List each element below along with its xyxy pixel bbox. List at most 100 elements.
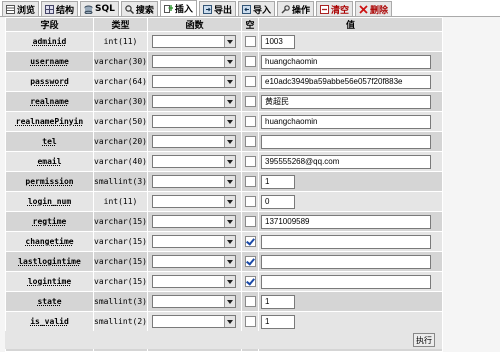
field-type: varchar(30) (93, 91, 148, 112)
chevron-down-icon (224, 236, 235, 247)
sql-icon (84, 5, 93, 14)
tab-drop[interactable]: 删除 (355, 1, 393, 16)
field-row-realname: realname varchar(30) 黄超民 (5, 91, 443, 112)
value-input[interactable] (261, 134, 431, 149)
function-select[interactable] (152, 315, 236, 328)
tab-export[interactable]: 导出 (198, 1, 236, 16)
tab-import[interactable]: 导入 (237, 1, 275, 16)
null-cell (241, 31, 259, 52)
function-cell (147, 131, 242, 152)
value-cell (258, 131, 443, 152)
function-select[interactable] (152, 175, 236, 188)
null-checkbox[interactable] (244, 316, 256, 327)
field-row-email: email varchar(40) 395555268@qq.com (5, 151, 443, 172)
tab-browse[interactable]: 浏览 (2, 1, 40, 16)
function-cell (147, 151, 242, 172)
null-checkbox[interactable] (244, 216, 256, 227)
value-input[interactable]: 1003 (261, 34, 295, 49)
search-icon (125, 4, 134, 14)
function-select[interactable] (152, 55, 236, 68)
tab-structure[interactable]: 结构 (41, 1, 79, 16)
value-input[interactable] (261, 274, 431, 289)
null-checkbox[interactable] (244, 196, 256, 207)
field-type: varchar(40) (93, 151, 148, 172)
value-cell: 黄超民 (258, 91, 443, 112)
field-type: smallint(2) (93, 311, 148, 332)
null-checkbox[interactable] (244, 56, 256, 67)
value-input[interactable] (261, 234, 431, 249)
null-cell (241, 191, 259, 212)
function-select[interactable] (152, 235, 236, 248)
tab-label: 导入 (252, 5, 271, 16)
field-row-is_valid: is_valid smallint(2) 1 (5, 311, 443, 332)
chevron-down-icon (224, 76, 235, 87)
tab-label: 导出 (213, 5, 232, 16)
function-select[interactable] (152, 275, 236, 288)
field-row-login_num: login_num int(11) 0 (5, 191, 443, 212)
null-checkbox[interactable] (244, 136, 256, 147)
function-cell (147, 71, 242, 92)
value-cell (258, 271, 443, 292)
import-icon (241, 4, 251, 14)
function-select[interactable] (152, 255, 236, 268)
function-select[interactable] (152, 35, 236, 48)
null-checkbox[interactable] (244, 36, 256, 47)
value-cell: 1 (258, 291, 443, 312)
null-checkbox[interactable] (244, 296, 256, 307)
null-cell (241, 91, 259, 112)
null-checkbox[interactable] (244, 156, 256, 167)
function-select[interactable] (152, 135, 236, 148)
chevron-down-icon (224, 276, 235, 287)
null-cell (241, 291, 259, 312)
value-input[interactable]: e10adc3949ba59abbe56e057f20f883e (261, 74, 431, 89)
null-checkbox[interactable] (244, 76, 256, 87)
function-select[interactable] (152, 215, 236, 228)
field-name: email (5, 151, 94, 172)
field-name: state (5, 291, 94, 312)
null-checkbox[interactable] (244, 96, 256, 107)
tab-search[interactable]: 搜索 (120, 1, 158, 16)
empty-icon (319, 4, 329, 14)
value-input[interactable]: 1371009589 (261, 214, 431, 229)
tab-empty[interactable]: 清空 (315, 1, 353, 16)
value-input[interactable]: 1 (261, 294, 295, 309)
function-select[interactable] (152, 95, 236, 108)
null-cell (241, 71, 259, 92)
field-row-adminid: adminid int(11) 1003 (5, 31, 443, 52)
tab-sql[interactable]: SQL (80, 1, 119, 16)
null-checkbox[interactable] (244, 256, 256, 267)
value-input[interactable]: 395555268@qq.com (261, 154, 431, 169)
field-type: int(11) (93, 191, 148, 212)
value-input[interactable]: huangchaomin (261, 54, 431, 69)
function-select[interactable] (152, 75, 236, 88)
value-input[interactable] (261, 254, 431, 269)
execute-button[interactable]: 执行 (413, 333, 435, 347)
tab-label: 删除 (370, 5, 389, 16)
chevron-down-icon (224, 156, 235, 167)
value-cell: huangchaomin (258, 111, 443, 132)
function-select[interactable] (152, 295, 236, 308)
null-checkbox[interactable] (244, 276, 256, 287)
field-type: varchar(30) (93, 51, 148, 72)
function-select[interactable] (152, 155, 236, 168)
tab-insert[interactable]: 插入 (159, 0, 197, 16)
value-input[interactable]: 0 (261, 194, 295, 209)
value-input[interactable]: 黄超民 (261, 94, 431, 109)
field-name: lastlogintime (5, 251, 94, 272)
structure-icon (45, 4, 55, 14)
function-select[interactable] (152, 115, 236, 128)
value-input[interactable]: 1 (261, 314, 295, 329)
field-type: varchar(64) (93, 71, 148, 92)
function-select[interactable] (152, 195, 236, 208)
null-checkbox[interactable] (244, 176, 256, 187)
tab-operations[interactable]: 操作 (276, 1, 314, 16)
value-cell: 1371009589 (258, 211, 443, 232)
chevron-down-icon (224, 36, 235, 47)
column-header-null: 空 (241, 17, 259, 32)
value-input[interactable]: 1 (261, 174, 295, 189)
value-input[interactable]: huangchaomin (261, 114, 431, 129)
browse-icon (6, 4, 15, 14)
null-checkbox[interactable] (244, 116, 256, 127)
field-row-tel: tel varchar(20) (5, 131, 443, 152)
null-checkbox[interactable] (244, 236, 256, 247)
